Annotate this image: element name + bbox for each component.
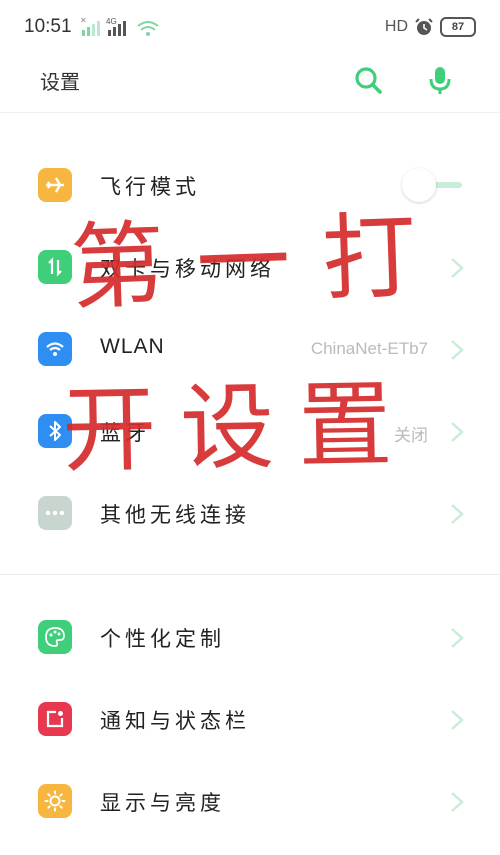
status-time: 10:51	[24, 16, 72, 37]
chevron-right-icon	[451, 340, 464, 360]
page-title: 设置	[40, 70, 80, 94]
chevron-right-icon	[451, 504, 464, 524]
chevron-right-icon	[451, 258, 464, 278]
settings-item-personalize[interactable]: 个性化定制	[0, 598, 500, 678]
signal-icon: ✕ 4G	[80, 16, 159, 36]
handwritten-annotation-line2: 开设置	[61, 370, 418, 487]
dual-arrow-icon	[38, 250, 72, 284]
battery-indicator: 87	[440, 17, 476, 37]
settings-item-label: 其他无线连接	[100, 503, 250, 527]
alarm-icon	[415, 18, 433, 35]
palette-icon	[38, 620, 72, 654]
chevron-right-icon	[451, 628, 464, 648]
chevron-right-icon	[451, 422, 464, 442]
search-icon[interactable]	[352, 64, 384, 96]
more-icon	[38, 496, 72, 530]
app-header: 设置	[0, 54, 500, 113]
settings-item-label: 通知与状态栏	[100, 709, 250, 733]
brightness-icon	[38, 784, 72, 818]
microphone-icon[interactable]	[424, 64, 456, 96]
settings-item-display[interactable]: 显示与亮度	[0, 762, 500, 842]
chevron-right-icon	[451, 792, 464, 812]
settings-item-label: 显示与亮度	[100, 791, 225, 815]
settings-item-label: 个性化定制	[100, 627, 225, 651]
notification-icon	[38, 702, 72, 736]
svg-text:4G: 4G	[106, 17, 117, 26]
chevron-right-icon	[451, 710, 464, 730]
status-right: HD 87	[385, 14, 476, 40]
svg-text:✕: ✕	[80, 16, 87, 25]
status-bar: 10:51 ✕ 4G HD 87	[0, 0, 500, 54]
group-divider	[0, 574, 500, 575]
handwritten-annotation-line1: 第一打	[68, 201, 451, 324]
hd-indicator: HD	[384, 18, 408, 35]
settings-item-notifications[interactable]: 通知与状态栏	[0, 680, 500, 760]
